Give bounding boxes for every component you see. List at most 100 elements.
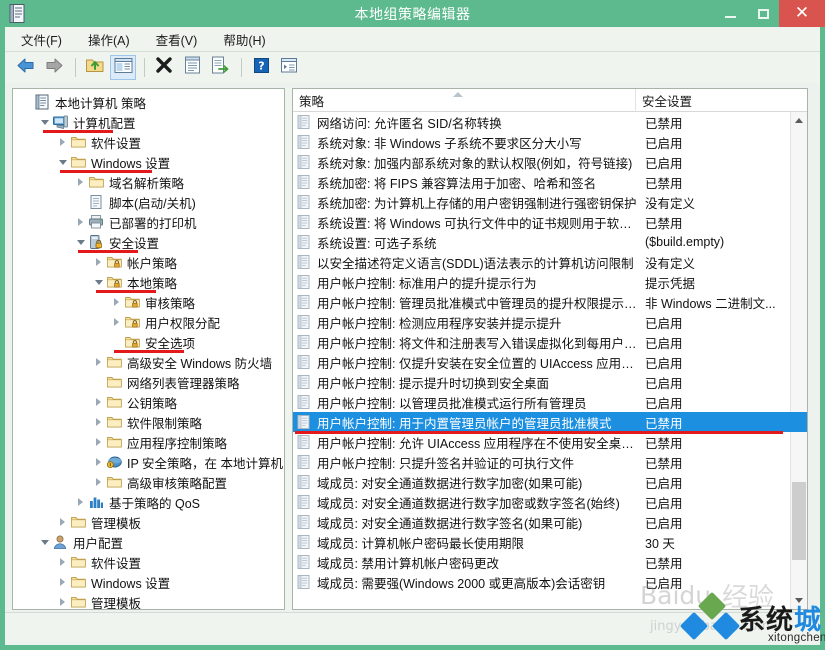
table-row[interactable]: 以安全描述符定义语言(SDDL)语法表示的计算机访问限制 没有定义	[293, 252, 807, 272]
table-row[interactable]: 用户帐户控制: 用于内置管理员帐户的管理员批准模式 已禁用	[293, 412, 807, 432]
tree-item-21[interactable]: 管理模板	[13, 512, 284, 532]
menu-action[interactable]: 操作(A)	[86, 28, 132, 51]
expand-arrow-closed-icon[interactable]	[55, 592, 70, 609]
table-row[interactable]: 系统加密: 将 FIPS 兼容算法用于加密、哈希和签名 已禁用	[293, 172, 807, 192]
table-row[interactable]: 系统设置: 可选子系统 ($build.empty)	[293, 232, 807, 252]
menu-view[interactable]: 查看(V)	[154, 28, 200, 51]
help-button[interactable]: ?	[248, 55, 274, 80]
pane-splitter[interactable]	[285, 88, 292, 610]
tree-item-12[interactable]: 安全选项	[13, 332, 284, 352]
table-row[interactable]: 域成员: 计算机帐户密码最长使用期限 30 天	[293, 532, 807, 552]
tree-item-17[interactable]: 应用程序控制策略	[13, 432, 284, 452]
tree-item-2[interactable]: 软件设置	[13, 132, 284, 152]
minimize-button[interactable]	[713, 0, 747, 27]
table-row[interactable]: 用户帐户控制: 将文件和注册表写入错误虚拟化到每用户位置 已启用	[293, 332, 807, 352]
tree-item-1[interactable]: 计算机配置	[13, 112, 284, 132]
expand-arrow-open-icon[interactable]	[73, 232, 88, 252]
table-row[interactable]: 系统加密: 为计算机上存储的用户密钥强制进行强密钥保护 没有定义	[293, 192, 807, 212]
scroll-down-button[interactable]	[791, 592, 807, 609]
show-hide-tree-button[interactable]	[110, 55, 136, 80]
tree-item-20[interactable]: 基于策略的 QoS	[13, 492, 284, 512]
tree-item-6[interactable]: 已部署的打印机	[13, 212, 284, 232]
table-row[interactable]: 用户帐户控制: 以管理员批准模式运行所有管理员 已启用	[293, 392, 807, 412]
cell-security-setting: 已启用	[645, 356, 683, 371]
close-button[interactable]: ✕	[779, 0, 825, 27]
tree-item-23[interactable]: 软件设置	[13, 552, 284, 572]
table-row[interactable]: 用户帐户控制: 管理员批准模式中管理员的提升权限提示的... 非 Windows …	[293, 292, 807, 312]
table-row[interactable]: 用户帐户控制: 提示提升时切换到安全桌面 已启用	[293, 372, 807, 392]
table-row[interactable]: 用户帐户控制: 允许 UIAccess 应用程序在不使用安全桌面... 已禁用	[293, 432, 807, 452]
table-row[interactable]: 用户帐户控制: 标准用户的提升提示行为 提示凭据	[293, 272, 807, 292]
tree-item-25[interactable]: 管理模板	[13, 592, 284, 609]
column-security-setting[interactable]: 安全设置	[636, 89, 792, 112]
expand-arrow-closed-icon[interactable]	[91, 432, 106, 452]
back-button[interactable]	[13, 55, 39, 80]
view-options-button[interactable]	[276, 55, 302, 80]
table-row[interactable]: 系统对象: 加强内部系统对象的默认权限(例如，符号链接) 已启用	[293, 152, 807, 172]
tree-item-11[interactable]: 用户权限分配	[13, 312, 284, 332]
maximize-button[interactable]	[747, 0, 779, 27]
tree-item-14[interactable]: 网络列表管理器策略	[13, 372, 284, 392]
tree-item-3[interactable]: Windows 设置	[13, 152, 284, 172]
tree-item-label: 脚本(启动/关机)	[109, 196, 196, 211]
expand-arrow-closed-icon[interactable]	[73, 492, 88, 512]
console-tree-pane[interactable]: 本地计算机 策略 计算机配置 软件设置 Windows 设置 域名解析策略 脚本(启动/关…	[12, 88, 285, 610]
table-row[interactable]: 域成员: 需要强(Windows 2000 或更高版本)会话密钥 已启用	[293, 572, 807, 592]
tree-item-5[interactable]: 脚本(启动/关机)	[13, 192, 284, 212]
tree-item-16[interactable]: 软件限制策略	[13, 412, 284, 432]
expand-arrow-closed-icon[interactable]	[91, 252, 106, 272]
tree-item-18[interactable]: IP 安全策略，在 本地计算机	[13, 452, 284, 472]
export-list-button[interactable]	[207, 55, 233, 80]
expand-arrow-closed-icon[interactable]	[55, 552, 70, 572]
tree-item-8[interactable]: 帐户策略	[13, 252, 284, 272]
table-row[interactable]: 系统设置: 将 Windows 可执行文件中的证书规则用于软件... 已禁用	[293, 212, 807, 232]
table-row[interactable]: 域成员: 对安全通道数据进行数字加密(如果可能) 已启用	[293, 472, 807, 492]
tree-item-0[interactable]: 本地计算机 策略	[13, 92, 284, 112]
expand-arrow-closed-icon[interactable]	[55, 132, 70, 152]
up-one-level-button[interactable]	[82, 55, 108, 80]
expand-arrow-closed-icon[interactable]	[55, 512, 70, 532]
tree-item-9[interactable]: 本地策略	[13, 272, 284, 292]
expand-arrow-closed-icon[interactable]	[109, 312, 124, 332]
tree-item-15[interactable]: 公钥策略	[13, 392, 284, 412]
expand-arrow-closed-icon[interactable]	[73, 212, 88, 232]
table-row[interactable]: 用户帐户控制: 仅提升安装在安全位置的 UIAccess 应用程序 已启用	[293, 352, 807, 372]
policy-setting-icon	[296, 294, 313, 310]
expand-arrow-open-icon[interactable]	[91, 272, 106, 292]
expand-arrow-closed-icon[interactable]	[73, 172, 88, 192]
expand-arrow-closed-icon[interactable]	[91, 472, 106, 492]
expand-arrow-closed-icon[interactable]	[55, 572, 70, 592]
title-bar[interactable]: 本地组策略编辑器 ✕	[0, 0, 825, 27]
expand-arrow-closed-icon[interactable]	[91, 352, 106, 372]
policy-list-pane[interactable]: 策略 安全设置 网络访问: 允许匿名 SID/名称转换 已禁用 系统对象: 非 Wi…	[292, 88, 808, 610]
tree-item-4[interactable]: 域名解析策略	[13, 172, 284, 192]
table-row[interactable]: 域成员: 对安全通道数据进行数字签名(如果可能) 已启用	[293, 512, 807, 532]
sort-ascending-icon	[453, 91, 463, 97]
tree-item-22[interactable]: 用户配置	[13, 532, 284, 552]
tree-item-24[interactable]: Windows 设置	[13, 572, 284, 592]
forward-button[interactable]	[41, 55, 67, 80]
expand-arrow-closed-icon[interactable]	[109, 292, 124, 312]
table-row[interactable]: 网络访问: 允许匿名 SID/名称转换 已禁用	[293, 112, 807, 132]
expand-arrow-closed-icon[interactable]	[91, 412, 106, 432]
tree-item-19[interactable]: 高级审核策略配置	[13, 472, 284, 492]
tree-item-13[interactable]: 高级安全 Windows 防火墙	[13, 352, 284, 372]
menu-help[interactable]: 帮助(H)	[221, 28, 267, 51]
table-row[interactable]: 系统对象: 非 Windows 子系统不要求区分大小写 已启用	[293, 132, 807, 152]
expand-arrow-closed-icon[interactable]	[91, 392, 106, 412]
expand-arrow-open-icon[interactable]	[37, 112, 52, 132]
tree-item-7[interactable]: 安全设置	[13, 232, 284, 252]
table-row[interactable]: 域成员: 禁用计算机帐户密码更改 已禁用	[293, 552, 807, 572]
tree-item-10[interactable]: 审核策略	[13, 292, 284, 312]
expand-arrow-closed-icon[interactable]	[91, 452, 106, 472]
menu-file[interactable]: 文件(F)	[19, 28, 64, 51]
properties-button[interactable]	[179, 55, 205, 80]
table-row[interactable]: 域成员: 对安全通道数据进行数字加密或数字签名(始终) 已启用	[293, 492, 807, 512]
expand-arrow-open-icon[interactable]	[55, 152, 70, 172]
table-row[interactable]: 用户帐户控制: 检测应用程序安装并提示提升 已启用	[293, 312, 807, 332]
delete-button[interactable]	[151, 55, 177, 80]
column-policy[interactable]: 策略	[293, 89, 636, 112]
table-row[interactable]: 用户帐户控制: 只提升签名并验证的可执行文件 已禁用	[293, 452, 807, 472]
policy-setting-icon	[296, 114, 313, 130]
expand-arrow-open-icon[interactable]	[37, 532, 52, 552]
